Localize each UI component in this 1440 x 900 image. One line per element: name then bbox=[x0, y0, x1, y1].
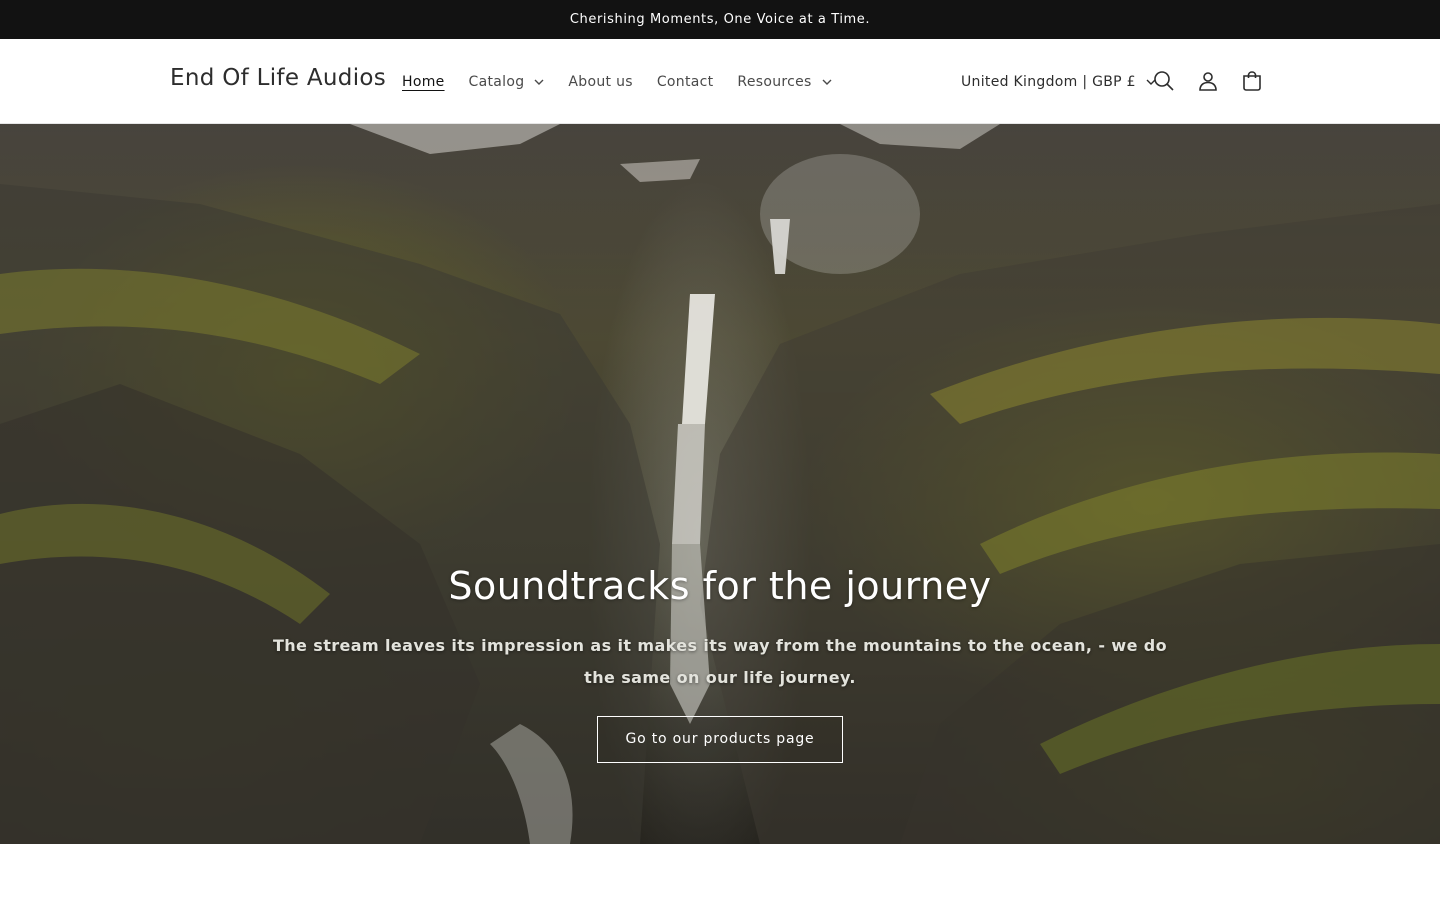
country-selector-label: United Kingdom | GBP £ bbox=[961, 73, 1136, 90]
main-nav: Home Catalog About us Contact Resources bbox=[402, 39, 856, 124]
nav-catalog[interactable]: Catalog bbox=[469, 74, 545, 90]
nav-label: Resources bbox=[737, 73, 812, 90]
site-logo[interactable]: End Of Life Audios bbox=[170, 65, 386, 91]
nav-label: Catalog bbox=[468, 73, 525, 90]
site-header: End Of Life Audios Home Catalog About us… bbox=[0, 39, 1440, 124]
country-selector[interactable]: United Kingdom | GBP £ bbox=[961, 39, 1156, 124]
products-page-button[interactable]: Go to our products page bbox=[596, 716, 844, 763]
account-icon[interactable] bbox=[1196, 69, 1220, 93]
cart-icon[interactable] bbox=[1240, 69, 1264, 93]
search-icon[interactable] bbox=[1152, 69, 1176, 93]
announcement-text: Cherishing Moments, One Voice at a Time. bbox=[569, 12, 871, 27]
nav-label: Contact bbox=[656, 73, 714, 90]
nav-home[interactable]: Home bbox=[402, 74, 445, 90]
nav-label: Home bbox=[402, 73, 445, 90]
hero-subtitle: The stream leaves its impression as it m… bbox=[272, 636, 1168, 687]
nav-resources[interactable]: Resources bbox=[737, 73, 832, 90]
nav-contact[interactable]: Contact bbox=[657, 74, 714, 90]
hero-title: Soundtracks for the journey bbox=[448, 564, 992, 608]
nav-about-us[interactable]: About us bbox=[568, 74, 632, 90]
chevron-down-icon bbox=[822, 79, 832, 85]
nav-label: About us bbox=[568, 73, 633, 90]
hero-banner: Soundtracks for the journey The stream l… bbox=[0, 124, 1440, 844]
hero-content: Soundtracks for the journey The stream l… bbox=[0, 564, 1440, 763]
announcement-bar: Cherishing Moments, One Voice at a Time. bbox=[0, 0, 1440, 39]
chevron-down-icon bbox=[534, 79, 544, 85]
